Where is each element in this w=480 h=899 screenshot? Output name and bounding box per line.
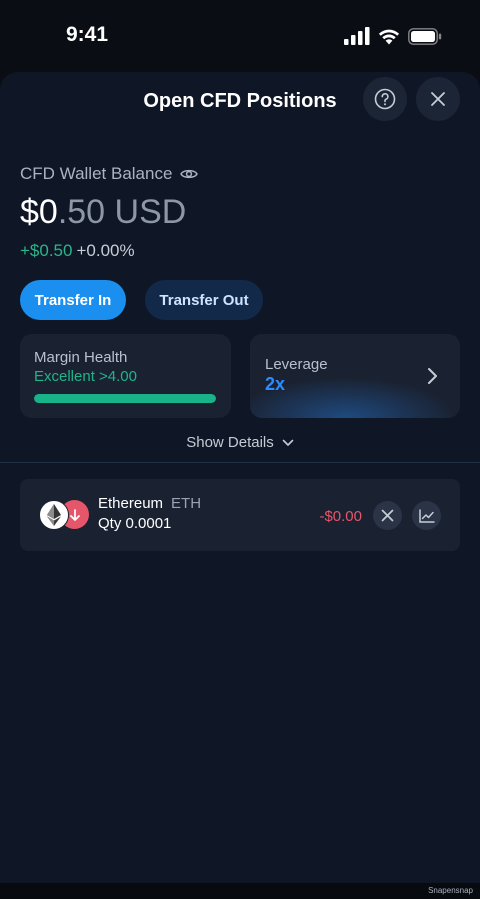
balance-decimal: .50 USD	[57, 193, 187, 231]
asset-name: Ethereum	[98, 495, 164, 512]
close-icon	[431, 92, 445, 106]
wallet-label-row: CFD Wallet Balance	[20, 164, 199, 184]
positions-sheet: Open CFD Positions CFD Wallet Balance $0…	[0, 72, 480, 883]
pnl-amount: +$0.50	[20, 241, 73, 260]
asset-ticker: ETH	[171, 495, 202, 512]
watermark: Snapensnap	[428, 886, 473, 895]
show-details-toggle[interactable]: Show Details	[0, 434, 480, 451]
chevron-down-icon	[282, 439, 294, 446]
battery-icon	[408, 27, 442, 45]
show-details-label: Show Details	[186, 434, 274, 451]
page-title: Open CFD Positions	[143, 90, 337, 112]
bottom-bar: Snapensnap	[0, 883, 480, 899]
eye-icon[interactable]	[180, 167, 199, 181]
margin-health-fill	[34, 394, 216, 403]
wallet-balance: $0.50 USD	[20, 192, 186, 232]
chart-line-icon	[418, 508, 435, 523]
wifi-icon	[378, 29, 400, 44]
close-icon	[381, 509, 394, 522]
close-button[interactable]	[416, 77, 460, 121]
position-row[interactable]: Ethereum ETH Qty 0.0001 -$0.00	[20, 479, 460, 551]
chevron-right-icon	[428, 368, 437, 384]
close-position-button[interactable]	[373, 501, 402, 530]
margin-health-status: Excellent >4.00	[34, 368, 137, 385]
position-pnl: -$0.00	[319, 508, 362, 525]
ethereum-icon	[39, 500, 69, 530]
status-icons	[344, 25, 442, 47]
question-circle-icon	[374, 88, 396, 110]
status-bar: 9:41	[0, 0, 480, 72]
view-chart-button[interactable]	[412, 501, 441, 530]
divider	[0, 462, 480, 463]
leverage-card[interactable]: Leverage 2x	[250, 334, 460, 418]
leverage-value: 2x	[265, 374, 286, 394]
status-time: 9:41	[66, 23, 109, 46]
help-button[interactable]	[363, 77, 407, 121]
asset-name-line: Ethereum ETH	[98, 495, 201, 512]
margin-health-card: Margin Health Excellent >4.00	[20, 334, 231, 418]
signal-icon	[344, 27, 370, 45]
transfer-out-button[interactable]: Transfer Out	[145, 280, 263, 320]
leverage-label: Leverage	[265, 356, 328, 373]
pnl-percent: +0.00%	[76, 241, 135, 260]
wallet-pnl: +$0.50 +0.00%	[20, 241, 135, 261]
margin-health-bar	[34, 394, 216, 403]
transfer-in-button[interactable]: Transfer In	[20, 280, 126, 320]
wallet-label: CFD Wallet Balance	[20, 164, 173, 183]
asset-quantity: Qty 0.0001	[98, 515, 172, 532]
balance-integer: $0	[20, 193, 58, 231]
margin-health-label: Margin Health	[34, 349, 128, 366]
